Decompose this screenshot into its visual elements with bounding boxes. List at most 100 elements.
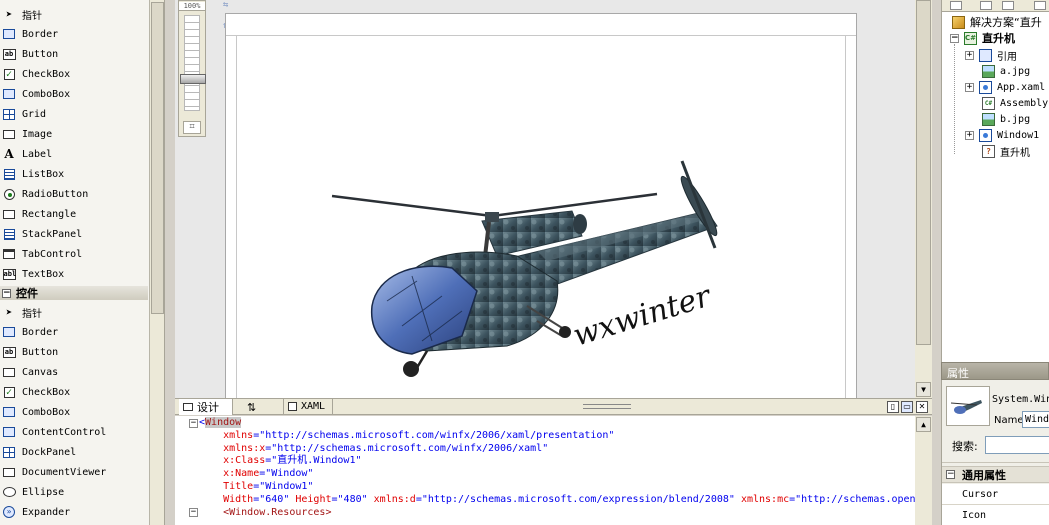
expand-icon[interactable]: + [965,50,974,60]
zoom-fit-icon[interactable]: ⌗ [183,121,201,134]
xaml-line[interactable]: x:Name="Window" [199,468,922,481]
solution-item-label: AssemblyInfo [1000,97,1049,109]
toolbox-item-combobox[interactable]: ComboBox [0,402,148,422]
xaml-editor[interactable]: − − <Window xmlns="http://schemas.micros… [175,416,932,525]
toolbox-item-stackpanel[interactable]: StackPanel [0,224,148,244]
properties-title: 属性 [947,367,969,380]
solution-item[interactable]: b.jpg [968,111,1030,127]
helicopter-image[interactable]: wxwinter [237,36,847,399]
toolbox-item-checkbox[interactable]: ✓ CheckBox [0,382,148,402]
toolbox-item-ellipse[interactable]: Ellipse [0,482,148,502]
window-canvas[interactable]: wxwinter [225,13,857,399]
view-code-icon[interactable] [1034,1,1046,10]
xaml-value: "http://schemas.microsoft.com/winfx/2006… [271,442,549,454]
swap-panes-button[interactable]: ⇅ [243,399,269,415]
common-properties-category[interactable]: − 通用属性 [942,466,1049,483]
toolbox-item-listbox[interactable]: ListBox [0,164,148,184]
collapse-icon[interactable]: − [950,33,959,43]
window-content-area[interactable]: wxwinter [236,36,846,399]
toolbox-item-radiobutton[interactable]: RadioButton [0,184,148,204]
solution-item[interactable]: ? 直升机 [968,143,1030,159]
designer-scroll-thumb[interactable] [916,0,931,345]
collapse-icon[interactable]: − [946,470,955,479]
collapse-pane-icon[interactable]: ✕ [916,401,928,413]
toolbox-scrollbar[interactable] [149,0,164,525]
solution-item[interactable]: a.jpg [968,63,1030,79]
toolbox-item-expander[interactable]: » Expander [0,502,148,522]
toolbox-item-label[interactable]: A Label [0,144,148,164]
toolbox-item-documentviewer[interactable]: DocumentViewer [0,462,148,482]
pane-splitter-grip[interactable] [583,404,631,409]
xaml-file-icon [979,80,992,94]
toolbox-item-rectangle[interactable]: Rectangle [0,204,148,224]
properties-icon[interactable] [950,1,962,10]
scroll-up-icon[interactable]: ▲ [916,417,931,432]
toolbox-item-label: CheckBox [22,68,71,80]
refresh-icon[interactable] [1002,1,1014,10]
dockpanel-icon [2,446,16,458]
toolbox-item-textbox[interactable]: abl TextBox [0,264,148,284]
xaml-line[interactable]: Title="Window1" [199,481,922,494]
designer-vertical-scrollbar[interactable]: ▼ [915,0,932,398]
toolbox-item-contentcontrol[interactable]: ContentControl [0,422,148,442]
scroll-down-icon[interactable]: ▼ [916,382,931,397]
show-all-files-icon[interactable] [980,1,992,10]
toolbox-group-label: 控件 [16,287,38,300]
tab-xaml[interactable]: XAML [283,399,333,415]
vertical-split-icon[interactable]: ▯ [887,401,899,413]
toolbox-item-image[interactable]: Image [0,124,148,144]
helicopter-thumbnail-icon [950,400,982,414]
collapse-icon[interactable]: − [2,288,11,298]
toolbox-group-header[interactable]: − 控件 [0,286,148,300]
selected-element-thumbnail [946,386,990,426]
button-icon: ab [2,48,16,60]
solution-root[interactable]: 解决方案“直升 [952,14,1042,30]
expand-icon[interactable]: + [965,82,974,92]
solution-item[interactable]: + 引用 [965,47,1017,63]
toolbox-item-指针[interactable]: ➤ 指针 [0,4,148,24]
solution-item[interactable]: C# AssemblyInfo [968,95,1049,111]
pointer-arrow-icon: ➤ [5,7,13,21]
property-row[interactable]: Icon [942,505,1049,525]
toolbox-item-label: 指针 [22,10,42,22]
project-node[interactable]: − C# 直升机 [950,30,1015,46]
property-row[interactable]: Cursor [942,484,1049,505]
xaml-line[interactable]: Width="640" Height="480" xmlns:d="http:/… [199,494,921,507]
toolbox-item-checkbox[interactable]: ✓ CheckBox [0,64,148,84]
xaml-line[interactable]: xmlns:x="http://schemas.microsoft.com/wi… [199,443,922,456]
zoom-level-label: 100% [179,2,205,11]
toolbox-item-border[interactable]: Border [0,322,148,342]
solution-item[interactable]: + Window1 [965,127,1039,143]
collapse-icon[interactable]: − [189,419,198,428]
tab-design[interactable]: 设计 [179,399,233,415]
xaml-line[interactable]: <Window.Resources> [199,507,922,520]
toolbox-item-button[interactable]: ab Button [0,44,148,64]
xaml-vertical-scrollbar[interactable]: ▲ [915,416,932,525]
xaml-line[interactable]: <Window [199,417,922,430]
toolbox-item-tabcontrol[interactable]: TabControl [0,244,148,264]
zoom-slider[interactable]: 100% ⌗ [178,0,206,137]
toolbox-item-combobox[interactable]: ComboBox [0,84,148,104]
zoom-track[interactable] [184,15,200,111]
tree-guide-line [954,44,955,154]
toolbox-item-canvas[interactable]: Canvas [0,362,148,382]
toolbox-item-指针[interactable]: ➤ 指针 [0,302,148,322]
search-input[interactable] [985,436,1049,454]
xaml-line[interactable]: x:Class="直升机.Window1" [199,455,922,468]
toolbox-item-button[interactable]: ab Button [0,342,148,362]
expand-icon[interactable]: + [965,130,974,140]
name-input[interactable]: Window [1022,411,1049,428]
toolbox-item-dockpanel[interactable]: DockPanel [0,442,148,462]
grid-icon [2,108,16,120]
solution-item[interactable]: + App.xaml [965,79,1045,95]
toolbox-item-grid[interactable]: Grid [0,104,148,124]
toolbox-item-border[interactable]: Border [0,24,148,44]
collapse-icon[interactable]: − [189,508,198,517]
xaml-line[interactable]: xmlns="http://schemas.microsoft.com/winf… [199,430,922,443]
ruler-marker-icon: ⇆ [223,0,229,10]
right-panel-splitter[interactable] [932,0,941,525]
xaml-code[interactable]: <Window xmlns="http://schemas.microsoft.… [199,417,922,519]
horizontal-split-icon[interactable]: ▭ [901,401,913,413]
toolbox-scroll-thumb[interactable] [151,2,164,314]
zoom-thumb[interactable] [180,74,206,84]
